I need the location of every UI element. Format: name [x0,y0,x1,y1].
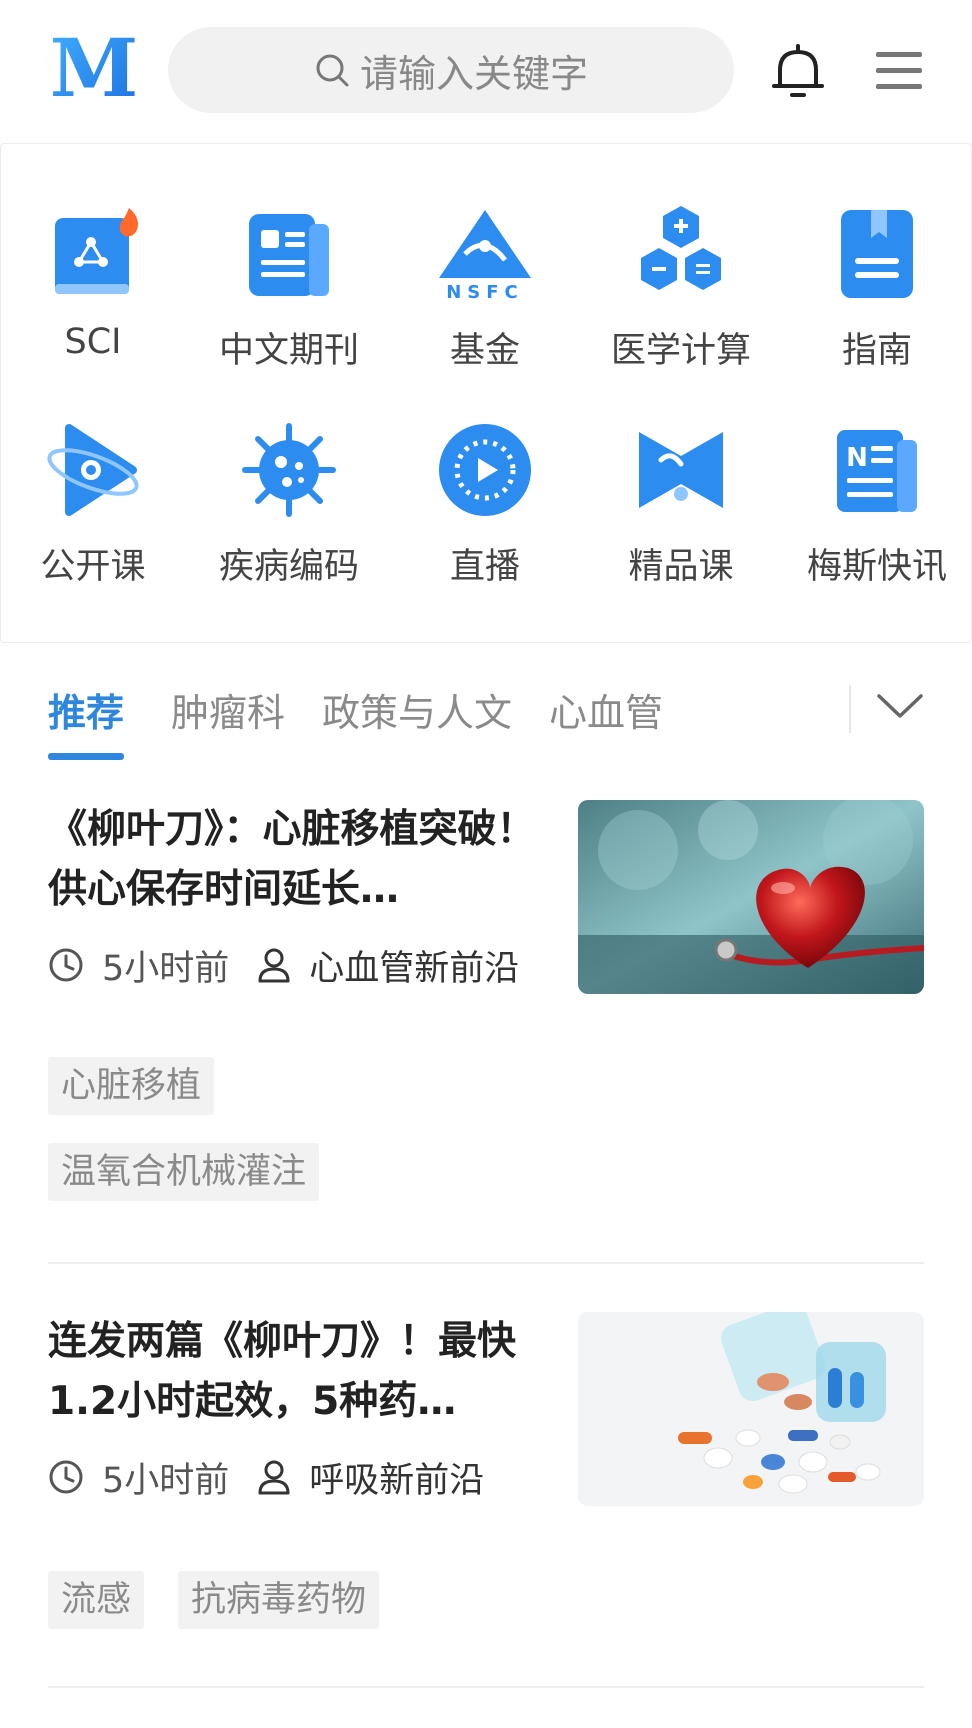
nav-item-fund[interactable]: NSFC 基金 [387,204,583,404]
nav-item-premium-course[interactable]: 精品课 [583,420,779,620]
clock-icon [49,948,83,982]
tab-oncology[interactable]: 肿瘤科 [171,682,285,737]
quick-nav-grid: SCI 中文期刊 NSFC 基金 医学计算 指南 公开课 疾病编码 直播 精品课… [0,143,972,643]
tab-recommend[interactable]: 推荐 [48,682,124,737]
guide-icon [841,210,913,298]
nav-label: 基金 [449,331,520,371]
journal-icon [249,214,329,296]
nsfc-icon: NSFC [439,210,531,303]
nav-label: 医学计算 [610,331,751,371]
clock-icon [49,1460,83,1494]
chevron-down-icon[interactable] [876,692,924,722]
article-title[interactable]: 连发两篇《柳叶刀》！最快1.2小时起效，5种药… [48,1312,536,1432]
category-tabs: 推荐 肿瘤科 政策与人文 心血管 [0,660,972,760]
nav-label: 精品课 [628,547,734,587]
calculator-icon [641,206,721,290]
search-icon [316,54,349,87]
nav-label: 疾病编码 [218,547,359,587]
open-course-icon [47,424,139,516]
tag[interactable]: 抗病毒药物 [178,1571,380,1629]
news-icon: N [837,430,917,512]
nav-item-sci[interactable]: SCI [0,204,191,404]
logo-letter: M [50,28,139,108]
tab-divider [849,685,851,733]
divider [48,1686,924,1688]
article-time: 5小时前 [102,948,230,989]
bell-icon[interactable] [768,42,828,102]
nav-item-live[interactable]: 直播 [387,420,583,620]
pills-bottle-image[interactable] [578,1312,924,1506]
article-meta: 5小时前 心血管新前沿 [48,940,536,990]
nav-label: 梅斯快讯 [806,547,947,587]
search-input[interactable]: 请输入关键字 [168,27,734,113]
top-header: M 请输入关键字 [0,0,972,143]
search-placeholder: 请输入关键字 [359,51,588,96]
active-tab-indicator [48,753,124,760]
premium-course-icon [639,432,723,508]
nav-label: 中文期刊 [218,331,359,371]
article-card[interactable]: 连发两篇《柳叶刀》！最快1.2小时起效，5种药… 5小时前 呼吸新前沿 流感 抗… [48,1312,924,1642]
nav-label: 公开课 [40,547,146,587]
nav-item-guide[interactable]: 指南 [779,204,972,404]
heart-stethoscope-image[interactable] [578,800,924,994]
nav-item-disease-code[interactable]: 疾病编码 [191,420,387,620]
nav-label: 直播 [449,547,520,587]
live-icon [439,424,531,516]
tab-cardiovascular[interactable]: 心血管 [549,682,663,737]
nav-item-open-course[interactable]: 公开课 [0,420,191,620]
user-icon [258,1460,290,1495]
nav-item-calculator[interactable]: 医学计算 [583,204,779,404]
article-author[interactable]: 呼吸新前沿 [309,1452,484,1502]
nav-item-news[interactable]: N 梅斯快讯 [779,420,972,620]
nav-label: 指南 [841,331,912,371]
article-title[interactable]: 《柳叶刀》：心脏移植突破！供心保存时间延长… [48,800,536,920]
tag[interactable]: 流感 [48,1571,145,1629]
tab-policy-humanities[interactable]: 政策与人文 [322,682,512,737]
user-icon [258,948,290,983]
tag[interactable]: 心脏移植 [48,1057,215,1115]
tag[interactable]: 温氧合机械灌注 [48,1143,320,1201]
nsfc-text: NSFC [446,282,524,303]
svg-text:N: N [846,443,868,473]
article-time: 5小时前 [102,1460,230,1501]
menu-icon[interactable] [876,50,922,92]
virus-icon [242,423,336,517]
article-card[interactable]: 《柳叶刀》：心脏移植突破！供心保存时间延长… 5小时前 心血管新前沿 心脏移植 … [48,800,924,1201]
article-author[interactable]: 心血管新前沿 [309,940,519,990]
divider [48,1262,924,1264]
medsci-logo[interactable]: M [48,28,140,108]
nav-label: SCI [64,322,122,362]
article-meta: 5小时前 呼吸新前沿 [48,1452,536,1502]
sci-book-icon [55,208,138,294]
nav-item-journal[interactable]: 中文期刊 [191,204,387,404]
